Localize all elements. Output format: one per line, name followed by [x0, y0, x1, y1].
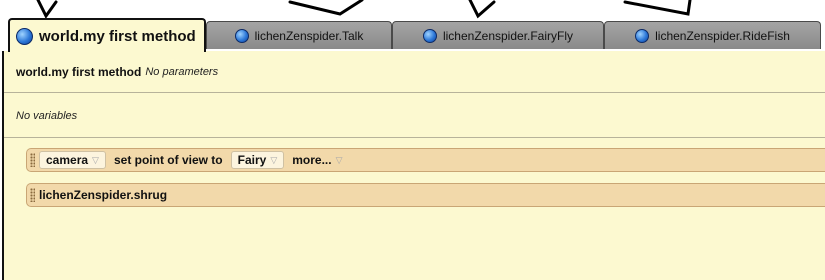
tab-label: lichenZenspider.FairyFly: [442, 28, 574, 43]
target-dropdown[interactable]: Fairy ▽: [230, 151, 285, 169]
tab-label: lichenZenspider.RideFish: [655, 28, 790, 43]
globe-icon: [422, 28, 437, 43]
globe-icon: [635, 28, 650, 43]
tab-lichenzenspider-ridefish[interactable]: lichenZenspider.RideFish: [604, 21, 821, 49]
tab-lichenzenspider-talk[interactable]: lichenZenspider.Talk: [206, 21, 392, 49]
parameters-note: No parameters: [145, 65, 219, 78]
arrow-2: [288, 0, 364, 16]
more-label: more...: [292, 153, 332, 167]
chevron-down-icon: ▽: [92, 154, 99, 165]
tab-label: lichenZenspider.Talk: [254, 28, 364, 43]
method-header: world.my first method No parameters: [4, 51, 825, 93]
call-label: lichenZenspider.shrug: [39, 188, 168, 202]
chevron-down-icon: ▽: [335, 154, 343, 165]
tab-world-my-first-method[interactable]: world.my first method: [8, 18, 206, 52]
method-name: world.my first method: [16, 64, 142, 79]
method-tabs: world.my first method lichenZenspider.Ta…: [8, 18, 825, 52]
tab-label: world.my first method: [39, 27, 196, 45]
arrow-3: [468, 0, 496, 19]
tab-lichenzenspider-fairyfly[interactable]: lichenZenspider.FairyFly: [392, 21, 604, 49]
target-label: Fairy: [237, 153, 267, 167]
action-label: set point of view to: [113, 153, 223, 167]
arrow-1: [36, 0, 58, 19]
chevron-down-icon: ▽: [270, 154, 278, 165]
globe-icon: [234, 28, 249, 43]
more-dropdown[interactable]: more... ▽: [292, 153, 342, 167]
object-label: camera: [46, 153, 89, 167]
variables-area: No variables: [4, 94, 825, 138]
globe-icon: [16, 27, 33, 45]
arrow-4: [623, 0, 692, 16]
statement-set-point-of-view[interactable]: camera ▽ set point of view to Fairy ▽ mo…: [26, 148, 825, 172]
variables-note: No variables: [16, 109, 78, 122]
object-dropdown[interactable]: camera ▽: [39, 151, 106, 169]
method-editor: world.my first method No parameters No v…: [2, 51, 825, 280]
statement-shrug[interactable]: lichenZenspider.shrug: [26, 183, 825, 207]
